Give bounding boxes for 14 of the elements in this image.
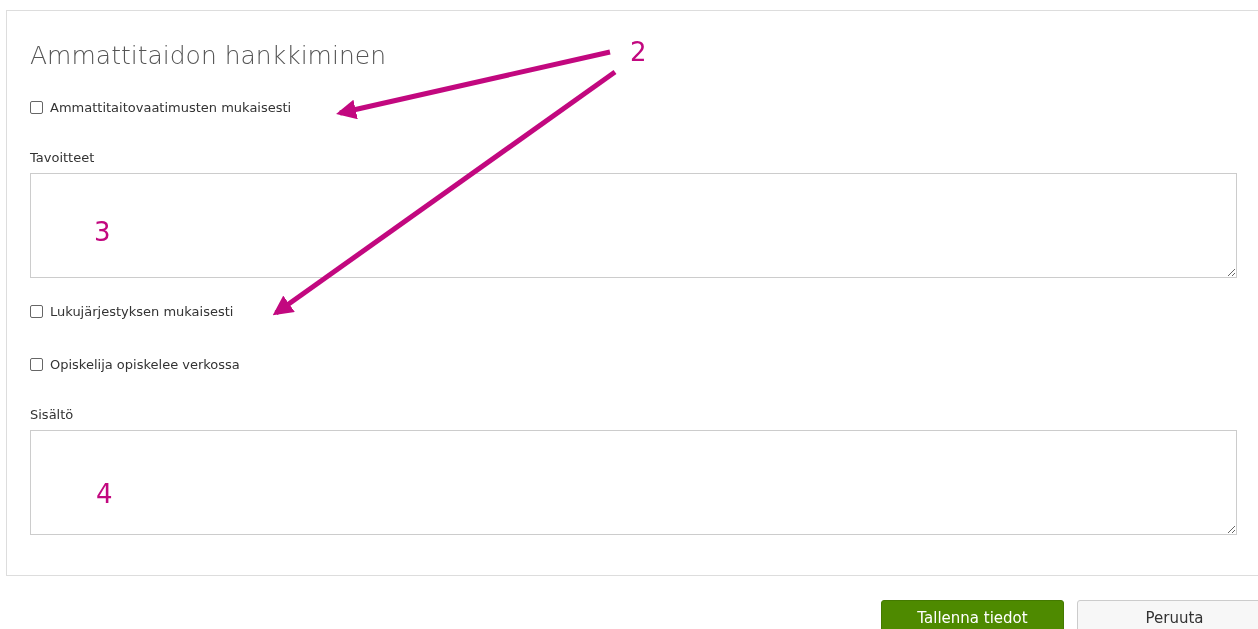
- checkbox-label[interactable]: Lukujärjestyksen mukaisesti: [50, 303, 234, 319]
- checkbox[interactable]: [30, 304, 43, 318]
- section-title: Ammattitaidon hankkiminen: [30, 40, 386, 72]
- field-label: Tavoitteet: [30, 150, 95, 165]
- save-button[interactable]: Tallenna tiedot: [881, 600, 1064, 629]
- checkbox-label[interactable]: Ammattitaitovaatimusten mukaisesti: [50, 99, 292, 115]
- field-label: Sisältö: [30, 407, 74, 422]
- annotation-number: 2: [630, 36, 647, 68]
- annotation-number: 3: [94, 216, 111, 248]
- checkbox[interactable]: [30, 357, 43, 371]
- annotation-number: 4: [96, 478, 113, 510]
- checkbox-label[interactable]: Opiskelija opiskelee verkossa: [50, 356, 240, 372]
- checkbox[interactable]: [30, 100, 43, 114]
- cancel-button[interactable]: Peruuta: [1077, 600, 1258, 629]
